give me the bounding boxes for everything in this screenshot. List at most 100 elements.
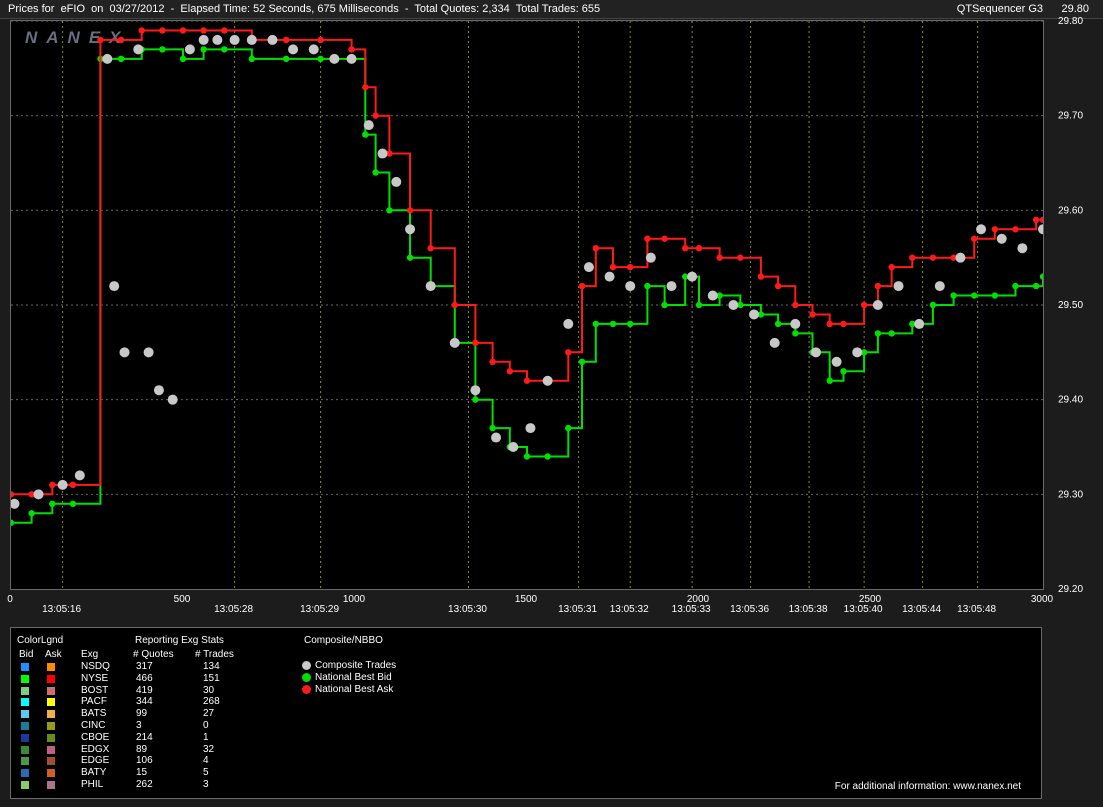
data-point <box>11 519 15 526</box>
data-point <box>138 27 145 34</box>
data-point <box>749 309 760 320</box>
data-point <box>49 481 56 489</box>
data-point <box>406 207 414 214</box>
legend-trades-value: 32 <box>203 743 215 755</box>
data-point <box>1012 282 1019 290</box>
data-point <box>914 318 925 329</box>
legend-exg-header: Exg <box>81 649 99 660</box>
data-point <box>391 176 402 187</box>
data-point <box>159 46 166 53</box>
data-point <box>472 339 479 347</box>
legend-quotes-value: 344 <box>136 696 153 708</box>
legend-exg-name: BATY <box>81 767 107 779</box>
data-point <box>991 292 999 299</box>
legend-ask-swatch <box>47 769 55 778</box>
data-point <box>525 423 536 434</box>
x-tick-label: 1500 <box>515 594 538 605</box>
legend-trades-value: 4 <box>203 755 209 767</box>
data-point <box>682 245 689 252</box>
data-point <box>489 424 496 432</box>
legend-ask-swatch <box>47 757 55 766</box>
data-point <box>117 55 125 63</box>
data-point <box>929 254 937 261</box>
legend-quotes-value: 262 <box>136 779 153 790</box>
data-point <box>1038 224 1043 235</box>
data-point <box>184 44 195 55</box>
data-point <box>1017 243 1028 254</box>
x-tick-label: 0 <box>7 594 13 605</box>
legend-trades-value: 134 <box>203 661 220 672</box>
legend-nbbo-title: Composite/NBBO <box>304 635 383 646</box>
data-point <box>644 282 651 290</box>
data-point <box>212 34 223 45</box>
data-point <box>609 263 617 271</box>
legend-quotes-value: 317 <box>136 661 153 672</box>
legend-bid-swatch <box>21 710 29 719</box>
data-point <box>267 34 278 45</box>
legend-bid-swatch <box>21 722 29 730</box>
y-tick-label: 29.50 <box>1058 300 1083 311</box>
legend-panel: ColorLgnd Reporting Exg Stats Composite/… <box>10 627 1042 799</box>
data-point <box>102 53 113 64</box>
data-point <box>74 470 85 481</box>
legend-quotes-value: 15 <box>136 767 148 779</box>
data-point <box>427 245 434 252</box>
data-point <box>346 53 357 64</box>
data-point <box>69 481 77 489</box>
data-point <box>934 281 945 292</box>
data-point <box>627 320 634 328</box>
data-point <box>565 349 572 356</box>
data-point <box>627 263 634 271</box>
legend-ask-header: Ask <box>45 649 62 660</box>
legend-ask-swatch <box>47 781 55 789</box>
data-point <box>971 235 978 242</box>
time-tick-label: 13:05:40 <box>844 604 883 615</box>
legend-quotes-header: # Quotes <box>133 649 174 660</box>
data-point <box>11 498 20 509</box>
data-point <box>991 226 999 233</box>
data-point <box>248 55 255 63</box>
data-point <box>405 224 416 235</box>
legend-trades-header: # Trades <box>195 649 234 660</box>
data-point <box>860 301 868 309</box>
data-point <box>695 245 703 252</box>
legend-colorlgnd-title: ColorLgnd <box>17 635 64 646</box>
data-point <box>133 44 144 55</box>
legend-trades-value: 1 <box>203 731 209 743</box>
data-point <box>308 44 319 55</box>
data-point <box>757 273 765 280</box>
data-point <box>774 320 782 328</box>
legend-trades-value: 268 <box>203 696 220 708</box>
data-point <box>826 377 833 384</box>
data-point <box>109 281 120 292</box>
legend-bid-swatch <box>21 757 29 766</box>
legend-nbbo-label: Composite Trades <box>315 660 397 671</box>
data-point <box>826 320 833 328</box>
legend-exg-name: EDGX <box>81 743 110 755</box>
time-tick-label: 13:05:36 <box>730 604 769 615</box>
x-tick-label: 500 <box>174 594 191 605</box>
legend-exg-name: NSDQ <box>81 661 110 672</box>
data-point <box>386 207 393 214</box>
legend-ask-swatch <box>47 710 55 719</box>
data-point <box>874 330 882 337</box>
data-point <box>229 34 240 45</box>
price-chart: NANEX <box>11 21 1043 589</box>
legend-nbbo-label: National Best Ask <box>315 684 394 695</box>
data-point <box>119 347 130 358</box>
app-name: QTSequencer G3 <box>956 3 1043 15</box>
legend-ask-swatch <box>47 722 55 730</box>
time-tick-label: 13:05:32 <box>610 604 649 615</box>
data-point <box>200 27 207 34</box>
x-tick-label: 2000 <box>687 594 710 605</box>
legend-trades-value: 30 <box>203 684 215 696</box>
legend-bid-swatch <box>21 686 29 695</box>
legend-stats-title: Reporting Exg Stats <box>135 635 224 646</box>
legend-quotes-value: 89 <box>136 743 148 755</box>
data-point <box>661 301 668 309</box>
data-point <box>288 44 299 55</box>
data-point <box>809 311 816 318</box>
top-price-label: 29.80 <box>1061 3 1089 15</box>
data-point <box>1032 216 1040 223</box>
data-point <box>506 368 513 375</box>
